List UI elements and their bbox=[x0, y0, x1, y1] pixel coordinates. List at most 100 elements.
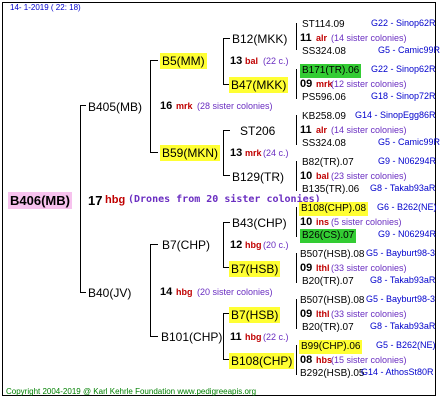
reference: G9 - N06294R bbox=[378, 229, 437, 239]
queen-g4[interactable]: B20(TR).07 bbox=[300, 321, 356, 335]
connector-g3 bbox=[296, 115, 297, 145]
sister-colonies-note: (20 sister colonies) bbox=[197, 287, 273, 297]
connector-g3 bbox=[296, 23, 297, 50]
breeder-code: hbg bbox=[176, 287, 193, 297]
breed-number: 14 bbox=[160, 286, 173, 298]
breeder-code: hbg bbox=[245, 240, 262, 250]
queen-b40[interactable]: B40(JV) bbox=[86, 285, 133, 301]
queen-st206[interactable]: ST206 bbox=[238, 123, 277, 139]
queen-g4[interactable]: KB258.09 bbox=[300, 110, 348, 124]
queen-b108[interactable]: B108(CHP) bbox=[229, 353, 295, 369]
queen-g4[interactable]: B507(HSB).08 bbox=[298, 294, 366, 308]
breeder-code: mrk bbox=[176, 101, 193, 111]
reference: G6 - B262(NE) bbox=[377, 202, 437, 212]
breed-number: 13 bbox=[230, 147, 243, 159]
breed-number: 16 bbox=[160, 100, 173, 112]
queen-b7-chp[interactable]: B7(CHP) bbox=[160, 237, 212, 253]
queen-g4[interactable]: PS596.06 bbox=[300, 91, 348, 105]
reference: G14 - AthosSt80R bbox=[361, 367, 434, 377]
queen-b129[interactable]: B129(TR) bbox=[230, 169, 286, 185]
sister-colonies-note: (22 c.) bbox=[263, 56, 289, 66]
connector-b5 bbox=[223, 38, 224, 85]
date-stamp: 14- 1-2019 ( 22: 18) bbox=[10, 3, 81, 12]
connector-b405 bbox=[150, 60, 151, 153]
breeder-code: hbg bbox=[245, 332, 262, 342]
connector-g3 bbox=[296, 299, 297, 329]
sister-colonies-note: (15 sister colonies) bbox=[331, 355, 407, 365]
root-queen[interactable]: B406(MB) bbox=[8, 192, 72, 209]
connector bbox=[223, 222, 230, 223]
queen-b7-hsb[interactable]: B7(HSB) bbox=[229, 261, 281, 277]
breed-number: 11 bbox=[230, 331, 242, 343]
breeder-code: lthl bbox=[316, 309, 330, 319]
queen-g4[interactable]: SS324.08 bbox=[300, 45, 348, 59]
root-note: (Drones from 20 sister colonies) bbox=[128, 194, 321, 205]
queen-b59[interactable]: B59(MKN) bbox=[160, 145, 221, 161]
queen-g4[interactable]: B99(CHP).06 bbox=[299, 340, 363, 354]
queen-b12[interactable]: B12(MKK) bbox=[230, 31, 289, 47]
reference: G8 - Takab93aR bbox=[370, 183, 436, 193]
breed-number: 13 bbox=[230, 55, 243, 67]
queen-b47[interactable]: B47(MKK) bbox=[229, 77, 289, 93]
reference: G8 - Takab93aR bbox=[370, 321, 436, 331]
reference: G8 - Takab93aR bbox=[370, 275, 436, 285]
reference: G14 - SinopEgg86R bbox=[355, 110, 436, 120]
queen-g4[interactable]: B292(HSB).05 bbox=[298, 367, 366, 381]
reference: G5 - B262(NE) bbox=[376, 340, 436, 350]
breeder-code: alr bbox=[316, 125, 328, 135]
connector-g3 bbox=[296, 207, 297, 237]
queen-g4[interactable]: B171(TR).06 bbox=[300, 64, 362, 78]
queen-b405[interactable]: B405(MB) bbox=[86, 99, 144, 115]
sister-colonies-note: (33 sister colonies) bbox=[331, 309, 407, 319]
root-breeder-code: hbg bbox=[105, 194, 126, 206]
connector-root bbox=[80, 105, 81, 293]
connector-g3 bbox=[296, 253, 297, 283]
breeder-code: ins bbox=[316, 217, 330, 227]
connector bbox=[223, 38, 230, 39]
queen-b101[interactable]: B101(CHP) bbox=[159, 329, 224, 345]
sister-colonies-note: (14 sister colonies) bbox=[331, 33, 407, 43]
queen-b5[interactable]: B5(MM) bbox=[160, 53, 207, 69]
sister-colonies-note: (24 c.) bbox=[263, 148, 289, 158]
queen-g4[interactable]: B82(TR).07 bbox=[300, 156, 356, 170]
reference: G5 - Camic99R bbox=[378, 45, 440, 55]
connector bbox=[223, 130, 230, 131]
reference: G18 - Sinop72R bbox=[371, 91, 436, 101]
breeder-code: alr bbox=[316, 33, 328, 43]
connector-b40 bbox=[150, 244, 151, 336]
queen-g4[interactable]: B108(CHP).08 bbox=[299, 202, 369, 216]
sister-colonies-note: (12 sister colonies) bbox=[331, 79, 407, 89]
reference: G22 - Sinop62R bbox=[371, 64, 436, 74]
sister-colonies-note: (33 sister colonies) bbox=[331, 263, 407, 273]
sister-colonies-note: (22 c.) bbox=[263, 332, 289, 342]
queen-b7-hsb[interactable]: B7(HSB) bbox=[229, 307, 281, 323]
connector-g3 bbox=[296, 69, 297, 99]
breed-number: 11 bbox=[300, 124, 312, 136]
reference: G5 - Bayburt98-3 bbox=[366, 294, 436, 304]
root-breed-number: 17 bbox=[88, 193, 103, 208]
connector-g3 bbox=[296, 345, 297, 375]
footer-copyright: Copyright 2004-2019 @ Karl Kehrle Founda… bbox=[6, 387, 257, 396]
reference: G5 - Camic99R bbox=[378, 137, 440, 147]
queen-g4[interactable]: B507(HSB).08 bbox=[298, 248, 366, 262]
connector bbox=[150, 60, 158, 61]
breed-number: 10 bbox=[300, 216, 313, 228]
queen-g4[interactable]: B135(TR).06 bbox=[300, 183, 361, 197]
breeder-code: bal bbox=[245, 56, 259, 66]
breed-number: 08 bbox=[300, 354, 313, 366]
queen-g4[interactable]: SS324.08 bbox=[300, 137, 348, 151]
breeder-code: mrk bbox=[245, 148, 262, 158]
breed-number: 09 bbox=[300, 262, 313, 274]
breed-number: 09 bbox=[300, 78, 313, 90]
queen-g4[interactable]: ST114.09 bbox=[300, 18, 347, 32]
connector bbox=[150, 152, 158, 153]
connector bbox=[150, 336, 158, 337]
reference: G22 - Sinop62R bbox=[371, 18, 436, 28]
queen-g4[interactable]: B20(TR).07 bbox=[300, 275, 356, 289]
queen-g4[interactable]: B26(CS).07 bbox=[300, 229, 357, 243]
sister-colonies-note: (23 sister colonies) bbox=[331, 171, 407, 181]
connector-g3 bbox=[296, 161, 297, 191]
breeder-code: lthl bbox=[316, 263, 330, 273]
queen-b43[interactable]: B43(CHP) bbox=[230, 215, 289, 231]
sister-colonies-note: (28 sister colonies) bbox=[197, 101, 273, 111]
